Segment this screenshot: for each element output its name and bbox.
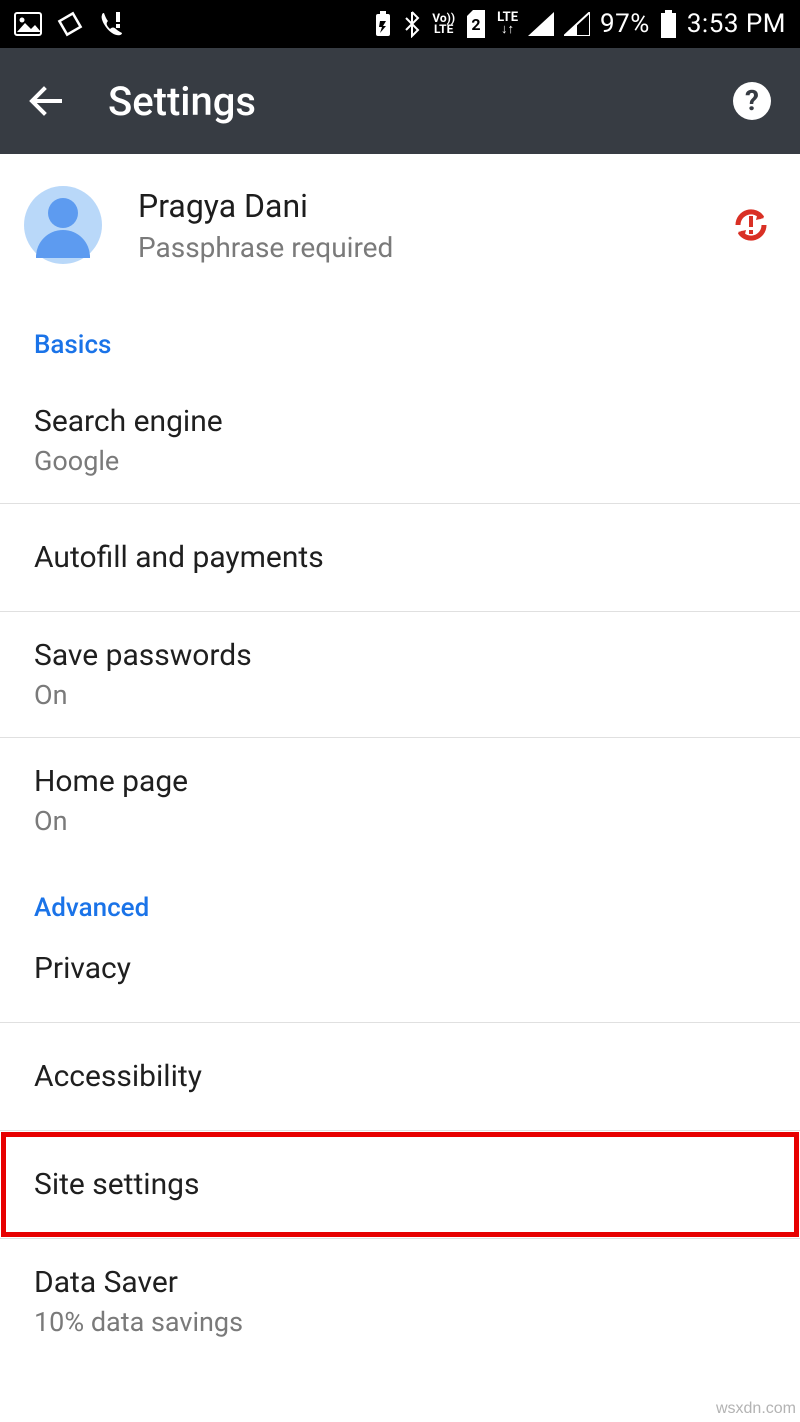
item-title: Site settings [34, 1167, 766, 1202]
settings-item-autofill[interactable]: Autofill and payments [0, 504, 800, 611]
settings-item-privacy[interactable]: Privacy [0, 941, 800, 1022]
settings-item-site-settings[interactable]: Site settings [0, 1131, 800, 1238]
bluetooth-icon [402, 10, 422, 38]
battery-icon [660, 10, 677, 38]
item-title: Save passwords [34, 638, 766, 673]
account-sub: Passphrase required [138, 231, 694, 264]
settings-item-data-saver[interactable]: Data Saver 10% data savings [0, 1239, 800, 1364]
watermark: wsxdn.com [716, 1400, 796, 1418]
svg-text:2: 2 [471, 15, 480, 34]
settings-item-accessibility[interactable]: Accessibility [0, 1023, 800, 1130]
section-header-advanced: Advanced [0, 863, 800, 941]
signal-2-icon [564, 12, 590, 36]
signal-icon [528, 12, 554, 36]
settings-item-home-page[interactable]: Home page On [0, 738, 800, 863]
page-title: Settings [108, 78, 688, 125]
picture-icon [14, 12, 42, 36]
item-title: Privacy [34, 951, 766, 986]
account-row[interactable]: Pragya Dani Passphrase required [0, 154, 800, 300]
sim-2-icon: 2 [465, 10, 487, 38]
account-name: Pragya Dani [138, 187, 694, 225]
item-title: Search engine [34, 404, 766, 439]
section-header-basics: Basics [0, 300, 800, 378]
app-toolbar: Settings ? [0, 48, 800, 154]
tag-icon [56, 10, 84, 38]
settings-item-search-engine[interactable]: Search engine Google [0, 378, 800, 503]
item-title: Data Saver [34, 1265, 766, 1300]
volte-icon: Vo))LTE [432, 13, 455, 35]
avatar [24, 186, 102, 264]
svg-text:?: ? [745, 84, 759, 117]
phone-alert-icon [98, 11, 124, 37]
settings-item-save-passwords[interactable]: Save passwords On [0, 612, 800, 737]
help-icon[interactable]: ? [732, 81, 772, 121]
item-sub: On [34, 679, 766, 711]
back-arrow-icon[interactable] [28, 83, 64, 119]
android-status-bar: Vo))LTE 2 LTE↓↑ 97% 3:53 PM [0, 0, 800, 48]
lte-icon: LTE↓↑ [497, 12, 518, 36]
sync-error-icon[interactable] [730, 204, 772, 246]
item-sub: On [34, 805, 766, 837]
item-title: Accessibility [34, 1059, 766, 1094]
item-sub: 10% data savings [34, 1306, 766, 1338]
battery-percent: 97% [600, 9, 650, 39]
item-title: Autofill and payments [34, 540, 766, 575]
battery-saver-icon [374, 11, 392, 37]
clock: 3:53 PM [687, 9, 786, 39]
item-title: Home page [34, 764, 766, 799]
item-sub: Google [34, 445, 766, 477]
